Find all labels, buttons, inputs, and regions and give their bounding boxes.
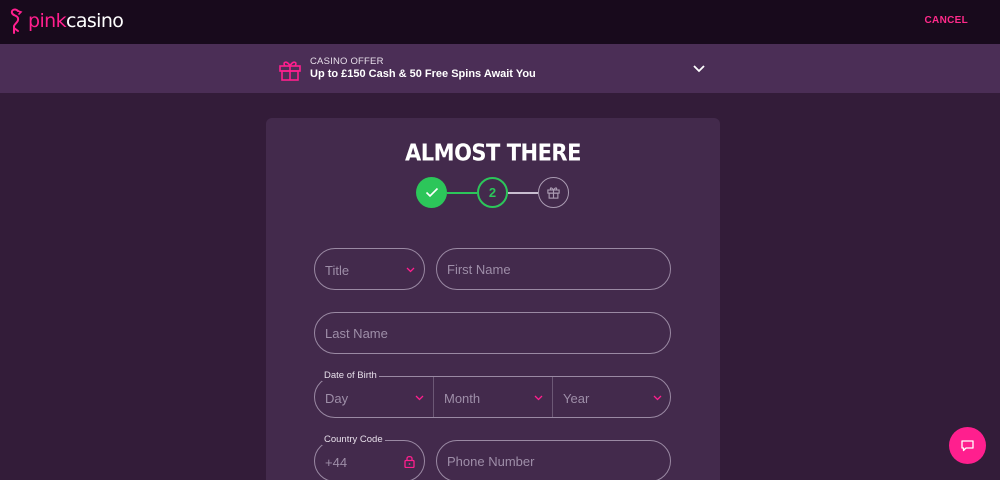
date-of-birth-group: Day Month Year	[314, 376, 671, 418]
date-of-birth-label: Date of Birth	[322, 370, 379, 381]
offer-text: Up to £150 Cash & 50 Free Spins Await Yo…	[310, 68, 536, 80]
step-connector	[508, 192, 538, 194]
step-connector	[447, 192, 477, 194]
top-bar: pinkcasino CANCEL	[0, 0, 1000, 44]
year-select-label: Year	[563, 391, 590, 406]
day-select[interactable]: Day	[315, 377, 433, 417]
country-code-value: +44	[325, 455, 348, 470]
first-name-input[interactable]	[437, 249, 670, 289]
chat-button[interactable]	[949, 427, 986, 464]
gift-icon	[547, 187, 560, 199]
progress-stepper: 2	[416, 177, 570, 209]
step-number: 2	[488, 185, 497, 200]
lock-icon	[404, 455, 415, 468]
cancel-button[interactable]: CANCEL	[925, 15, 968, 26]
month-select-label: Month	[444, 391, 481, 406]
page-title: ALMOST THERE	[405, 140, 581, 166]
day-select-label: Day	[325, 391, 349, 406]
logo-text: pinkcasino	[28, 10, 124, 32]
phone-number-input[interactable]	[437, 441, 670, 480]
chevron-down-icon	[406, 267, 415, 273]
gift-icon	[279, 61, 301, 81]
month-select[interactable]: Month	[434, 377, 552, 417]
year-select[interactable]: Year	[553, 377, 671, 417]
chevron-down-icon	[534, 395, 543, 401]
step-upcoming	[538, 177, 569, 208]
step-complete	[416, 177, 447, 208]
country-code-field: +44	[314, 440, 425, 480]
chevron-down-icon	[653, 395, 662, 401]
flamingo-logo-icon	[10, 8, 23, 34]
first-name-field[interactable]	[436, 248, 671, 290]
last-name-input[interactable]	[315, 313, 670, 353]
phone-number-field[interactable]	[436, 440, 671, 480]
registration-card	[266, 118, 720, 480]
chevron-down-icon	[415, 395, 424, 401]
offer-label: CASINO OFFER	[310, 56, 384, 67]
last-name-field[interactable]	[314, 312, 671, 354]
logo-text-white: casino	[65, 10, 124, 32]
chat-icon	[961, 439, 974, 451]
title-select-label: Title	[325, 263, 350, 278]
step-current: 2	[477, 177, 508, 208]
country-code-label: Country Code	[322, 434, 385, 445]
logo-text-pink: pink	[28, 10, 67, 32]
check-icon	[425, 187, 438, 198]
title-select[interactable]: Title	[314, 248, 425, 290]
logo[interactable]: pinkcasino	[6, 7, 124, 35]
chevron-down-icon[interactable]	[692, 64, 706, 74]
